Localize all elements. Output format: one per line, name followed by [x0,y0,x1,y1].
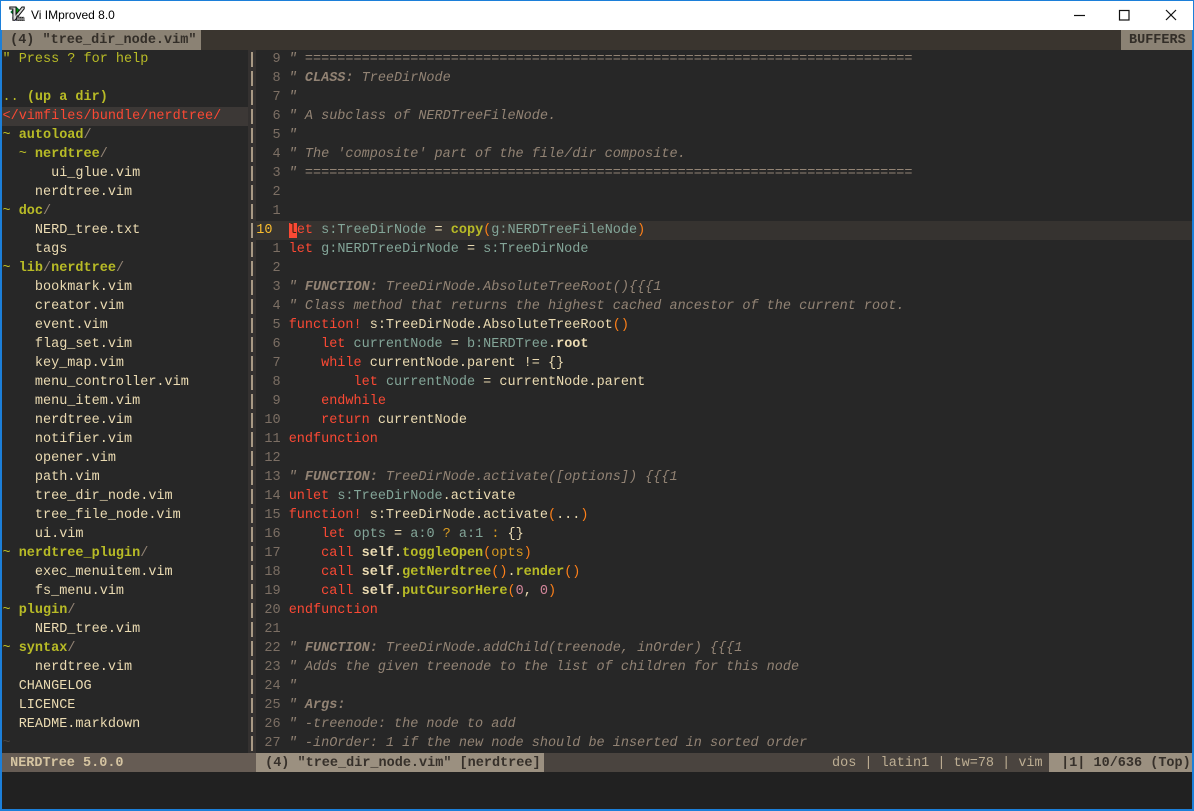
svg-text:im: im [16,14,25,22]
